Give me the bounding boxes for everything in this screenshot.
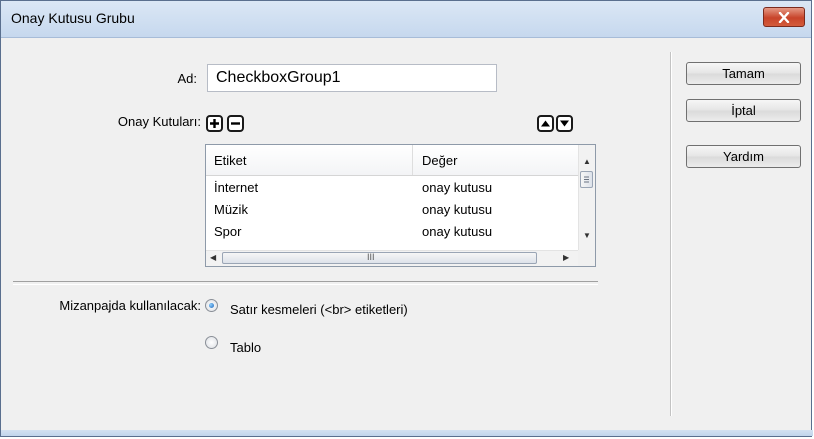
vertical-scrollbar[interactable]: ▲ ▼: [578, 145, 595, 250]
ok-button[interactable]: Tamam: [686, 62, 801, 85]
layout-label: Mizanpajda kullanılacak:: [59, 298, 201, 313]
help-button[interactable]: Yardım: [686, 145, 801, 168]
list-row[interactable]: Spor onay kutusu: [206, 220, 593, 242]
remove-item-button[interactable]: [227, 115, 244, 132]
add-item-button[interactable]: [206, 115, 223, 132]
scroll-down-arrow-icon[interactable]: ▼: [583, 232, 591, 240]
grip-icon: [584, 176, 589, 183]
dialog-window: Onay Kutusu Grubu Ad: Onay Kutuları:: [0, 0, 813, 437]
row-label: Spor: [214, 224, 242, 239]
arrow-up-icon: [541, 120, 550, 127]
row-label: İnternet: [214, 180, 259, 195]
section-divider: [13, 281, 598, 285]
column-divider: [412, 145, 413, 175]
name-input[interactable]: [207, 64, 497, 92]
vertical-scroll-thumb[interactable]: [580, 171, 593, 188]
bottom-frame: [1, 430, 813, 436]
cancel-button[interactable]: İptal: [686, 99, 801, 122]
radio-line-breaks-label[interactable]: Satır kesmeleri (<br> etiketleri): [230, 302, 408, 317]
button-column-divider: [670, 52, 671, 416]
title-bar: Onay Kutusu Grubu: [1, 1, 811, 38]
horizontal-scroll-thumb[interactable]: III: [222, 252, 537, 264]
list-row[interactable]: İnternet onay kutusu: [206, 176, 593, 198]
horizontal-scrollbar[interactable]: ◀ III ▶: [206, 250, 578, 266]
move-down-button[interactable]: [556, 115, 573, 132]
move-up-button[interactable]: [537, 115, 554, 132]
row-value: onay kutusu: [422, 224, 493, 239]
list-rows: İnternet onay kutusu Müzik onay kutusu S…: [206, 176, 593, 250]
row-value: onay kutusu: [422, 202, 493, 217]
scroll-right-arrow-icon[interactable]: ▶: [563, 254, 569, 262]
checkboxes-label: Onay Kutuları:: [117, 114, 201, 129]
scroll-up-arrow-icon[interactable]: ▲: [583, 158, 591, 166]
name-label: Ad:: [177, 71, 197, 86]
column-header-value[interactable]: Değer: [422, 153, 457, 168]
row-label: Müzik: [214, 202, 248, 217]
list-row[interactable]: Müzik onay kutusu: [206, 198, 593, 220]
close-button[interactable]: [763, 7, 805, 27]
scroll-grip-label: III: [367, 252, 375, 262]
radio-table-label[interactable]: Tablo: [230, 340, 261, 355]
window-title: Onay Kutusu Grubu: [11, 10, 135, 26]
close-icon: [778, 11, 790, 23]
radio-line-breaks[interactable]: [205, 299, 218, 312]
column-header-label[interactable]: Etiket: [214, 153, 247, 168]
arrow-down-icon: [560, 120, 569, 127]
row-value: onay kutusu: [422, 180, 493, 195]
scroll-corner: [578, 250, 595, 266]
minus-icon: [231, 122, 240, 125]
radio-table[interactable]: [205, 336, 218, 349]
dialog-content: Ad: Onay Kutuları: Etiket: [9, 38, 805, 430]
checkbox-list[interactable]: Etiket Değer İnternet onay kutusu Müzik …: [205, 144, 596, 267]
plus-icon: [210, 119, 219, 128]
list-header: Etiket Değer: [206, 145, 593, 176]
scroll-left-arrow-icon[interactable]: ◀: [210, 254, 216, 262]
